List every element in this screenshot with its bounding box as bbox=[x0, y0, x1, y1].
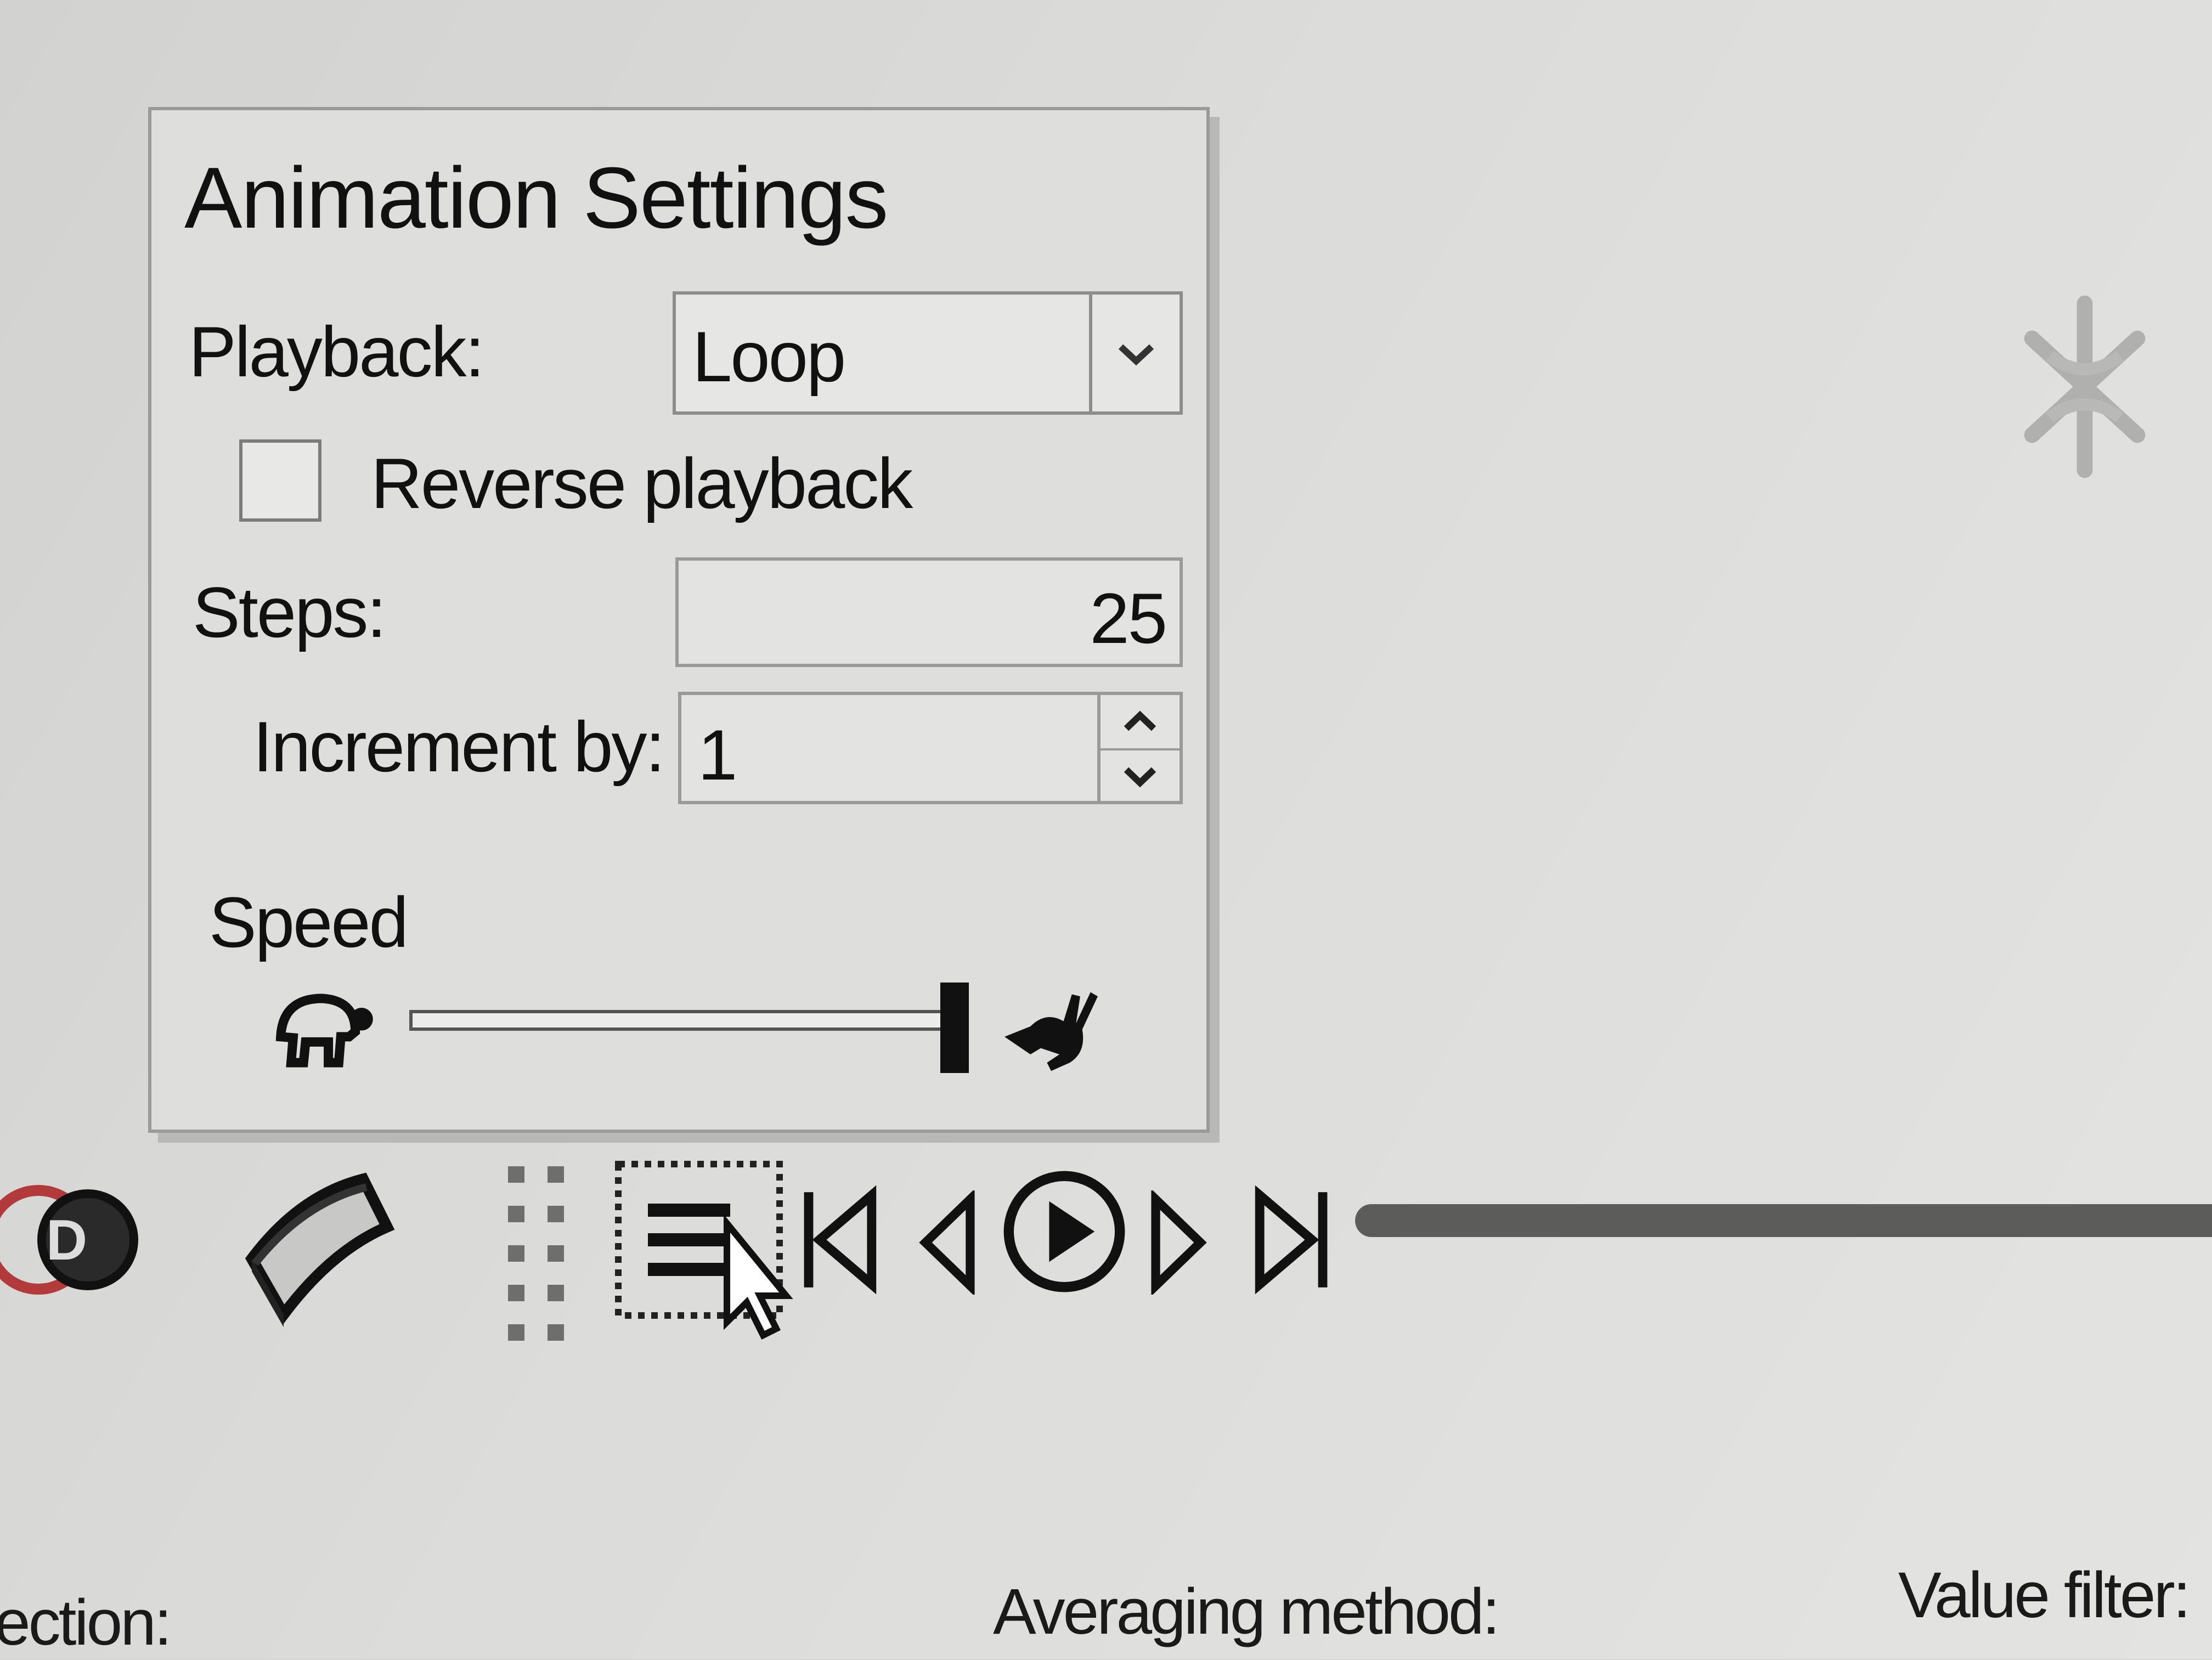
playback-label: Playback: bbox=[189, 312, 485, 392]
value-filter-label: Value filter: bbox=[1898, 1559, 2191, 1631]
spin-up-button[interactable] bbox=[1101, 695, 1180, 748]
steps-input[interactable]: 25 bbox=[675, 557, 1183, 667]
speed-slider-track[interactable] bbox=[409, 1010, 963, 1031]
popup-title: Animation Settings bbox=[184, 150, 888, 246]
animation-settings-popup: Animation Settings Playback: Loop Revers… bbox=[148, 107, 1210, 1133]
spinner-buttons bbox=[1097, 695, 1180, 801]
rabbit-fast-icon bbox=[1005, 992, 1098, 1071]
step-back-icon[interactable] bbox=[916, 1190, 977, 1295]
tube-shape-icon[interactable] bbox=[236, 1171, 395, 1330]
speed-slider-thumb[interactable] bbox=[940, 983, 969, 1073]
direction-label: ection: bbox=[0, 1586, 172, 1659]
steps-input-value: 25 bbox=[1090, 578, 1167, 658]
turtle-slow-icon bbox=[275, 993, 373, 1068]
chevron-down-icon bbox=[1118, 344, 1154, 365]
increment-label: Increment by: bbox=[253, 707, 665, 787]
faded-tool-icon bbox=[2024, 295, 2146, 478]
spin-down-button[interactable] bbox=[1101, 748, 1180, 803]
toolbar: D bbox=[0, 1141, 2212, 1371]
speed-label: Speed bbox=[209, 882, 409, 962]
step-forward-icon[interactable] bbox=[1149, 1190, 1210, 1295]
animation-settings-icon[interactable] bbox=[612, 1158, 809, 1355]
averaging-method-label: Averaging method: bbox=[993, 1576, 1500, 1648]
steps-label: Steps: bbox=[193, 572, 387, 652]
play-icon[interactable] bbox=[1001, 1168, 1127, 1295]
reverse-playback-checkbox[interactable] bbox=[239, 439, 321, 522]
3d-glasses-icon[interactable]: D bbox=[0, 1174, 143, 1306]
chevron-up-icon bbox=[1124, 710, 1156, 731]
playback-dropdown[interactable]: Loop bbox=[673, 291, 1183, 415]
increment-spinner-value: 1 bbox=[698, 715, 738, 795]
increment-spinner[interactable]: 1 bbox=[678, 692, 1183, 804]
skip-to-end-icon[interactable] bbox=[1254, 1185, 1330, 1295]
chevron-down-icon bbox=[1124, 767, 1156, 788]
reverse-playback-label: Reverse playback bbox=[371, 443, 913, 523]
dropdown-arrow-button[interactable] bbox=[1089, 295, 1180, 411]
skip-to-start-icon[interactable] bbox=[801, 1185, 878, 1295]
grip-handle-icon[interactable] bbox=[505, 1163, 571, 1344]
svg-text:D: D bbox=[46, 1209, 87, 1272]
playback-dropdown-value: Loop bbox=[692, 317, 846, 397]
animation-timeline-bar[interactable] bbox=[1355, 1204, 2212, 1237]
screen-background: Animation Settings Playback: Loop Revers… bbox=[0, 0, 2212, 1659]
